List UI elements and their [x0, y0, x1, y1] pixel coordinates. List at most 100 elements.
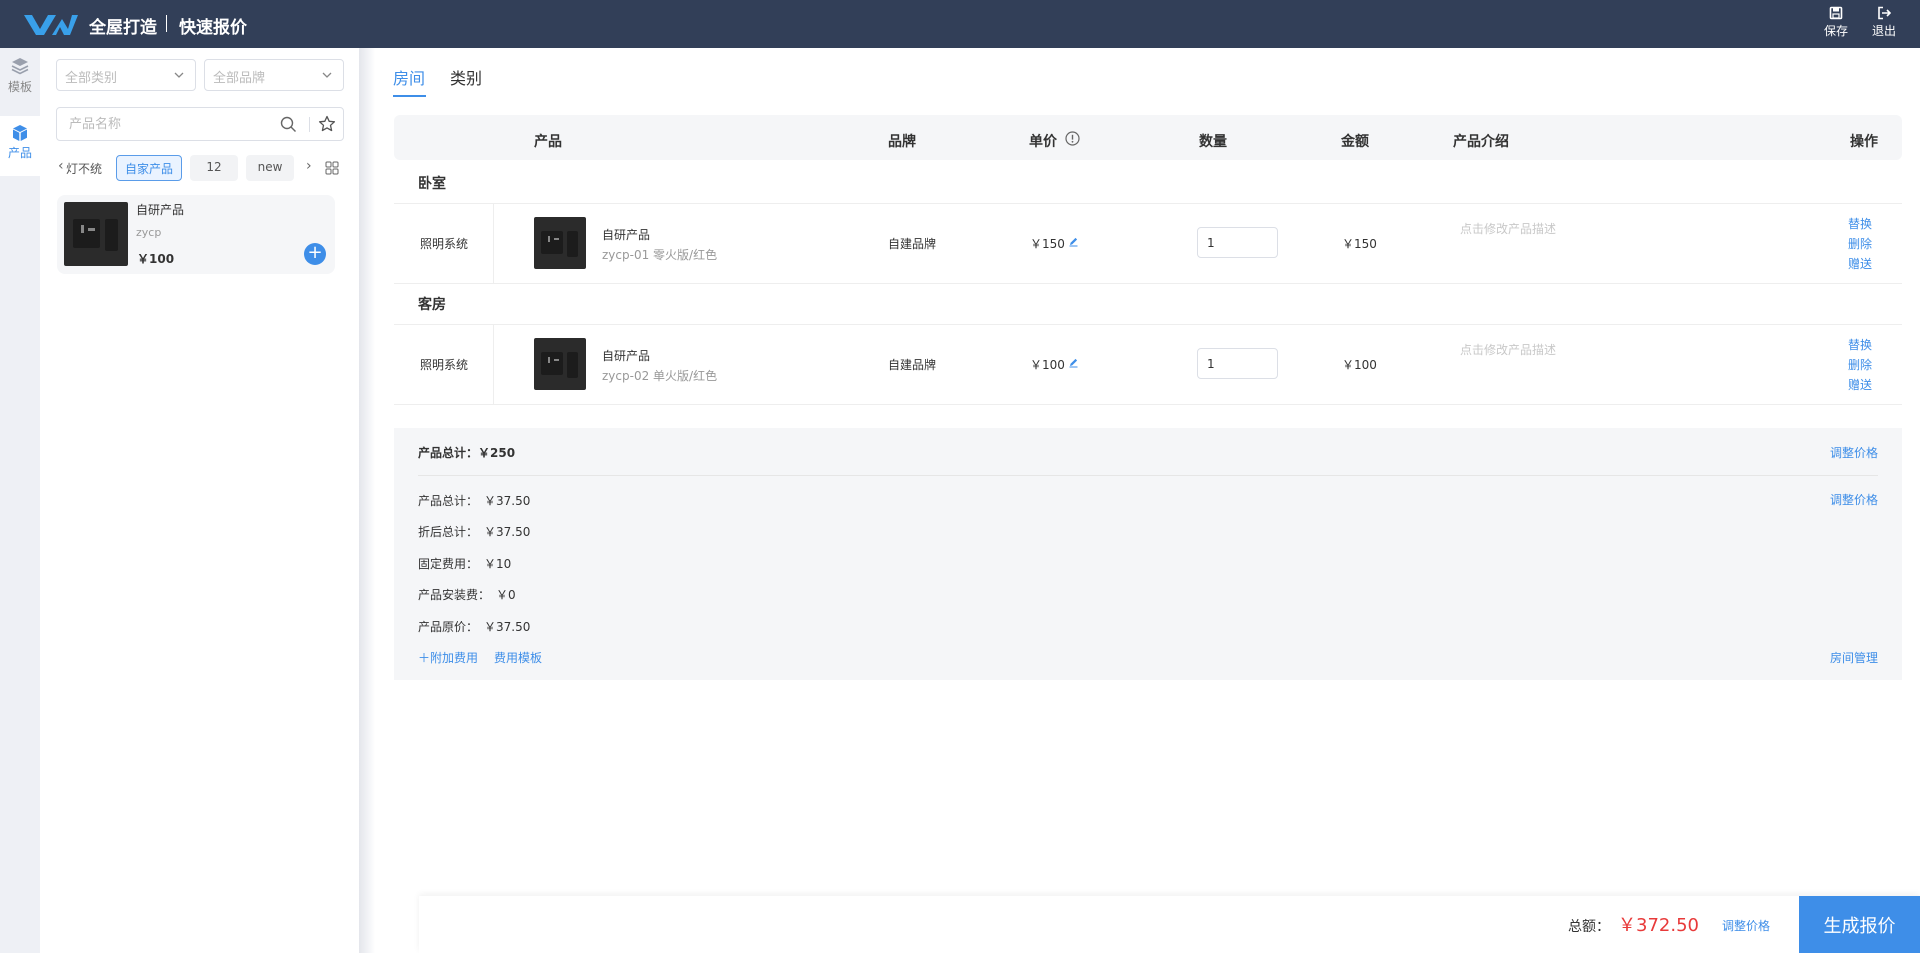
row-intro-placeholder[interactable]: 点击修改产品描述: [1460, 341, 1556, 358]
quantity-input[interactable]: 1: [1197, 227, 1278, 258]
product-search: [56, 107, 344, 141]
row-product-name: 自研产品: [602, 228, 651, 242]
col-amount: 金额: [1341, 134, 1369, 150]
search-separator: [309, 117, 310, 132]
row-amount: ￥150: [1342, 237, 1377, 251]
row-divider: [394, 324, 1902, 325]
tab-category[interactable]: 类别: [450, 65, 482, 89]
row-product-spec: zycp-01 零火版/红色: [602, 248, 718, 262]
add-product-button[interactable]: +: [304, 243, 326, 265]
chips-next-icon[interactable]: ›: [306, 158, 312, 174]
tab-room[interactable]: 房间: [393, 65, 425, 89]
save-button[interactable]: 保存: [1816, 6, 1856, 39]
col-quantity: 数量: [1199, 134, 1227, 150]
footer-adjust-price-link[interactable]: 调整价格: [1722, 917, 1770, 934]
row-intro-placeholder[interactable]: 点击修改产品描述: [1460, 220, 1556, 237]
cell-divider: [493, 325, 494, 404]
generate-quote-label: 生成报价: [1823, 916, 1896, 937]
title-separator: [166, 15, 167, 32]
brand-select-value: 全部品牌: [213, 71, 266, 86]
rail-item-product[interactable]: 产品: [0, 116, 40, 176]
chip-category[interactable]: 12: [190, 155, 238, 181]
quantity-value: 1: [1207, 357, 1215, 371]
summary-row-value: ￥10: [484, 557, 512, 571]
summary-row-value: ￥0: [496, 588, 516, 602]
chips-prev-icon[interactable]: ‹: [58, 158, 64, 174]
chip-label: 12: [206, 160, 222, 174]
product-card-code: zycp: [136, 226, 162, 239]
row-divider: [394, 404, 1902, 405]
star-icon[interactable]: [318, 115, 336, 133]
col-product: 产品: [534, 134, 562, 150]
summary-product-total: 产品总计：￥250: [418, 446, 516, 460]
gift-link[interactable]: 赠送: [1848, 376, 1872, 393]
col-unit-price: 单价: [1029, 134, 1057, 150]
summary-row-label: 折后总计：: [418, 525, 479, 539]
fee-template-link[interactable]: 费用模板: [494, 649, 542, 666]
row-brand: 自建品牌: [888, 237, 937, 251]
summary-row-value: ￥37.50: [484, 494, 531, 508]
row-divider: [394, 283, 1902, 284]
summary-row-value: ￥37.50: [484, 620, 531, 634]
row-product-name: 自研产品: [602, 349, 651, 363]
add-fee-link[interactable]: ＋附加费用: [418, 649, 478, 666]
row-unit-price: ￥100: [1030, 358, 1065, 372]
summary-row-label: 产品总计：: [418, 494, 479, 508]
col-action: 操作: [1850, 134, 1878, 150]
delete-link[interactable]: 删除: [1848, 235, 1872, 252]
grid-icon[interactable]: [325, 161, 339, 175]
brand-select[interactable]: 全部品牌: [204, 59, 344, 91]
delete-link[interactable]: 删除: [1848, 356, 1872, 373]
row-unit-price: ￥150: [1030, 237, 1065, 251]
quantity-value: 1: [1207, 236, 1215, 250]
gift-link[interactable]: 赠送: [1848, 255, 1872, 272]
side-rail: 模板 产品: [0, 48, 40, 953]
exit-button[interactable]: 退出: [1864, 6, 1904, 39]
chip-label: 自家产品: [124, 162, 173, 176]
save-label: 保存: [1823, 24, 1848, 38]
col-intro: 产品介绍: [1453, 134, 1509, 150]
price-summary: [394, 428, 1902, 680]
adjust-price-link[interactable]: 调整价格: [1830, 491, 1878, 508]
summary-row-value: ￥37.50: [484, 525, 531, 539]
room-title: 客房: [418, 297, 446, 313]
replace-link[interactable]: 替换: [1848, 215, 1872, 232]
cell-divider: [493, 204, 494, 283]
row-category: 照明系统: [420, 237, 469, 251]
adjust-price-link[interactable]: 调整价格: [1830, 444, 1878, 461]
app-title: 全屋打造: [89, 18, 157, 38]
generate-quote-button[interactable]: 生成报价: [1799, 896, 1920, 953]
info-icon[interactable]: [1065, 131, 1080, 146]
tab-indicator: [393, 95, 426, 97]
rail-item-template[interactable]: 模板: [0, 48, 40, 108]
chevron-down-icon: [322, 72, 332, 78]
category-select[interactable]: 全部类别: [56, 59, 196, 91]
total-value: ￥372.50: [1618, 915, 1699, 936]
room-title: 卧室: [418, 176, 446, 192]
search-input[interactable]: [69, 114, 269, 134]
row-product-image: [534, 217, 586, 269]
product-panel: [40, 48, 359, 953]
chip-category[interactable]: 自家产品: [116, 155, 182, 181]
row-divider: [394, 203, 1902, 204]
row-product-spec: zycp-02 单火版/红色: [602, 369, 718, 383]
edit-price-icon[interactable]: [1068, 357, 1079, 368]
row-amount: ￥100: [1342, 358, 1377, 372]
quantity-input[interactable]: 1: [1197, 348, 1278, 379]
chip-category[interactable]: 灯不统: [66, 155, 104, 181]
chip-label: new: [257, 160, 283, 174]
room-manage-link[interactable]: 房间管理: [1830, 649, 1878, 666]
chip-label: 灯不统: [66, 162, 103, 176]
summary-row-label: 固定费用：: [418, 557, 479, 571]
replace-link[interactable]: 替换: [1848, 336, 1872, 353]
search-icon[interactable]: [280, 116, 297, 133]
layers-icon: [11, 58, 29, 75]
summary-divider: [418, 475, 1878, 476]
row-category: 照明系统: [420, 358, 469, 372]
product-card-image: [64, 202, 128, 266]
summary-row-label: 产品原价：: [418, 620, 479, 634]
chip-category[interactable]: new: [246, 155, 294, 181]
panel-divider: [359, 48, 375, 953]
summary-row-label: 产品安装费：: [418, 588, 491, 602]
edit-price-icon[interactable]: [1068, 236, 1079, 247]
